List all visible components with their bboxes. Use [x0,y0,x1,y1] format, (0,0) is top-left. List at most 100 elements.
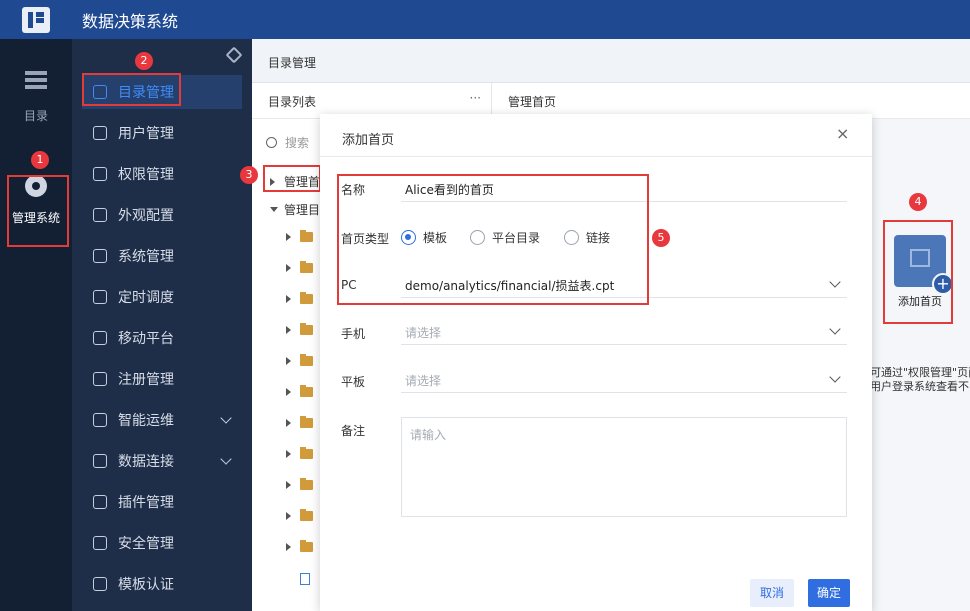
top-bar: 数据决策系统 [0,0,970,39]
tree-folder[interactable] [286,354,319,366]
note-label: 备注 [341,424,366,438]
highlight-box-2 [82,73,181,106]
collapse-icon [270,207,278,212]
register-icon [93,372,107,386]
tree-folder[interactable] [286,447,319,459]
step-badge-4: 4 [909,193,927,211]
chevron-down-icon [829,276,841,288]
nav-item-appearance[interactable]: 外观配置 [82,198,242,232]
folder-icon [300,540,313,552]
brush-icon [93,208,107,222]
tree-folder[interactable] [286,509,319,521]
nav-label: 模板认证 [118,577,174,593]
more-icon[interactable]: ··· [470,91,481,105]
nav-label: 注册管理 [118,372,174,388]
folder-icon [300,354,313,366]
confirm-button[interactable]: 确定 [808,579,850,607]
rail-directory-label: 目录 [23,109,48,123]
nav-label: 用户管理 [118,126,174,142]
page-title: 目录管理 [252,39,970,83]
puzzle-icon [93,495,107,509]
search-placeholder: 搜索 [285,135,310,150]
folder-icon [300,478,313,490]
folder-icon [300,230,313,242]
nav-label: 安全管理 [118,536,174,552]
chevron-down-icon [220,412,232,424]
nav-item-register[interactable]: 注册管理 [82,362,242,396]
tree-label: 管理目 [284,203,321,217]
link-icon [93,454,107,468]
tree-folder[interactable] [286,540,319,552]
nav-item-mobile[interactable]: 移动平台 [82,321,242,355]
left-rail: 目录 管理系统 [0,39,72,611]
highlight-box-5 [337,174,649,305]
step-badge-2: 2 [135,52,153,70]
rail-directory[interactable]: 目录 [0,71,72,124]
hint-line-1: 可通过"权限管理"页面 [870,366,970,379]
phone-select[interactable]: 请选择 [401,319,847,345]
mobile-icon [93,331,107,345]
nav-label: 定时调度 [118,290,174,306]
phone-label: 手机 [341,327,366,341]
settings-icon [93,249,107,263]
nav-item-schedule[interactable]: 定时调度 [82,280,242,314]
step-badge-3: 3 [240,166,258,184]
shield-icon [93,167,107,181]
tree-folder[interactable] [286,323,319,335]
logo-icon [22,6,50,33]
nav-item-ops[interactable]: 智能运维 [82,403,242,437]
tablet-placeholder: 请选择 [405,374,442,388]
nav-item-system[interactable]: 系统管理 [82,239,242,273]
nav-item-permissions[interactable]: 权限管理 [82,157,242,191]
chevron-down-icon [829,371,841,383]
tablet-select[interactable]: 请选择 [401,367,847,393]
tablet-label: 平板 [341,375,366,389]
nav-label: 系统管理 [118,249,174,265]
highlight-box-4 [883,220,953,324]
tree-item-directory[interactable]: 管理目 [270,201,320,218]
app-logo [0,0,72,39]
list-icon [25,71,47,89]
user-icon [93,126,107,140]
folder-icon [300,261,313,273]
highlight-box-1 [7,175,69,247]
tree-folder[interactable] [286,261,319,273]
hint-text: 可通过"权限管理"页面 用户登录系统查看不 [870,366,970,394]
tree-folder[interactable] [286,230,319,242]
timer-icon [93,290,107,304]
note-textarea[interactable]: 请输入 [401,417,847,517]
chevron-down-icon [829,323,841,335]
tree-folder[interactable] [286,385,319,397]
cancel-button[interactable]: 取消 [750,579,794,607]
tree-folder[interactable] [286,416,319,428]
ops-icon [93,413,107,427]
pin-icon[interactable] [225,46,243,64]
close-icon[interactable]: × [836,126,850,142]
folder-icon [300,509,313,521]
nav-label: 移动平台 [118,331,174,347]
nav-item-plugins[interactable]: 插件管理 [82,485,242,519]
folder-icon [300,385,313,397]
tree-folder[interactable] [286,292,319,304]
hint-line-2: 用户登录系统查看不 [870,380,969,393]
dialog-divider [320,156,872,157]
nav-item-template-cert[interactable]: 模板认证 [82,567,242,601]
dialog-title: 添加首页 [342,133,395,148]
certificate-icon [93,577,107,591]
highlight-box-3 [263,165,321,192]
tree-file[interactable] [300,573,319,585]
nav-label: 插件管理 [118,495,174,511]
nav-item-data-connection[interactable]: 数据连接 [82,444,242,478]
nav-label: 外观配置 [118,208,174,224]
folder-icon [300,323,313,335]
step-badge-1: 1 [31,151,49,169]
tree-title: 目录列表 [268,95,317,109]
tree-folder[interactable] [286,478,319,490]
step-badge-5: 5 [652,229,670,247]
nav-item-security[interactable]: 安全管理 [82,526,242,560]
document-icon [300,573,310,585]
folder-icon [300,416,313,428]
shield-plus-icon [93,536,107,550]
nav-item-users[interactable]: 用户管理 [82,116,242,150]
chevron-down-icon [220,453,232,465]
